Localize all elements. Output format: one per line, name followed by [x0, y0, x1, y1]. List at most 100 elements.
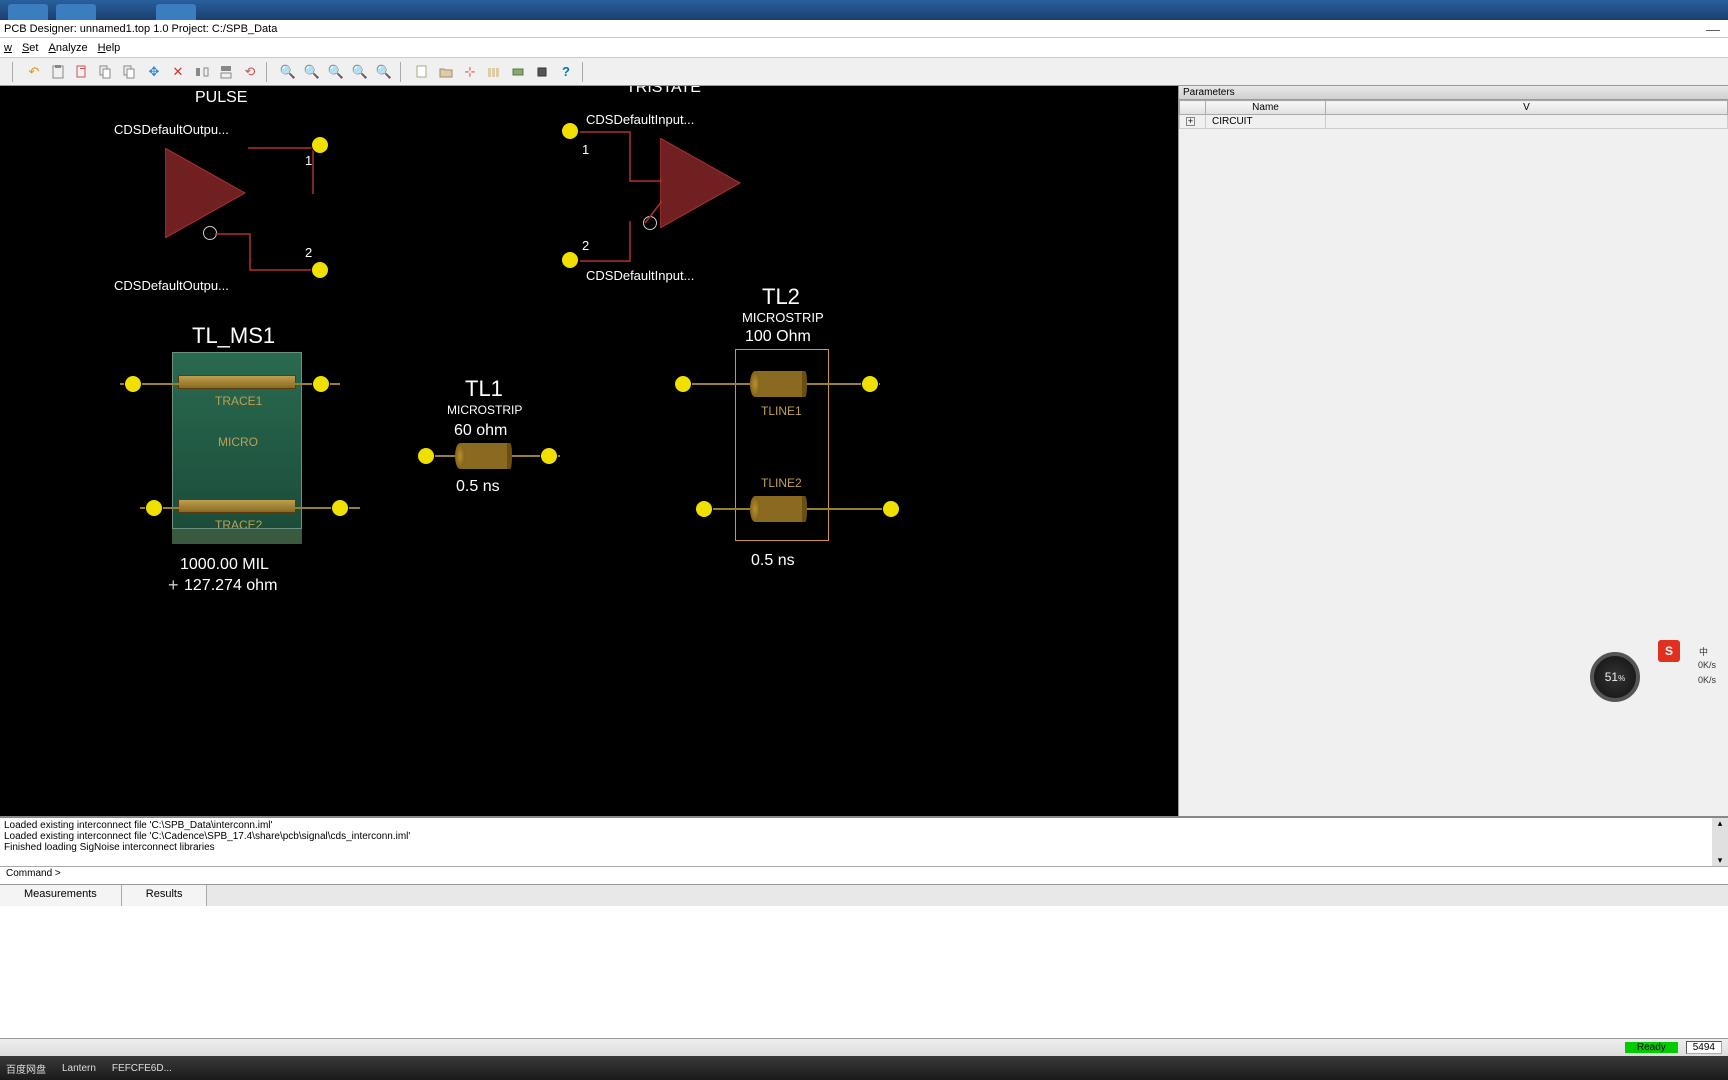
tl1-tline-icon[interactable]: [455, 443, 512, 469]
tristate-wires: [570, 126, 730, 266]
component-button[interactable]: [508, 62, 528, 82]
tl-ms1-length: 1000.00 MIL: [180, 556, 269, 574]
scroll-down-icon[interactable]: ▾: [1712, 855, 1728, 866]
ime-badge[interactable]: S: [1658, 640, 1680, 662]
tl-ms1-trace1-bar: [178, 375, 296, 389]
parameters-table[interactable]: Name V + CIRCUIT: [1179, 100, 1728, 129]
menu-set[interactable]: Set: [22, 42, 39, 54]
paste-button[interactable]: [48, 62, 68, 82]
tl-ms1-trace1: TRACE1: [215, 394, 262, 408]
undo-button[interactable]: ↶: [24, 62, 44, 82]
tl2-tline2-icon[interactable]: [750, 496, 807, 522]
menu-help[interactable]: Help: [98, 42, 121, 54]
zoom-fit-button[interactable]: 🔍: [278, 62, 298, 82]
net-rate: 0K/s: [1698, 675, 1716, 685]
tl1-type: MICROSTRIP: [447, 403, 522, 417]
taskbar-item[interactable]: Lantern: [62, 1063, 96, 1074]
rotate-button[interactable]: ⟲: [240, 62, 260, 82]
status-coord: 5494: [1686, 1041, 1722, 1054]
status-ready: Ready: [1625, 1042, 1678, 1053]
command-input[interactable]: Command >: [0, 866, 1728, 884]
tl2-impedance: 100 Ohm: [745, 328, 811, 346]
tl2-tline1-icon[interactable]: [750, 371, 807, 397]
bg-app-tab[interactable]: [156, 4, 196, 20]
mirror-v-button[interactable]: [216, 62, 236, 82]
delete-button[interactable]: ✕: [168, 62, 188, 82]
tl2-type: MICROSTRIP: [742, 310, 824, 325]
menu-view[interactable]: w: [4, 42, 12, 54]
taskbar-item[interactable]: FEFCFE6D...: [112, 1063, 172, 1074]
origin-crosshair: +: [168, 575, 179, 596]
tl1-delay: 0.5 ns: [456, 478, 500, 496]
tl2-pin-tl[interactable]: [674, 375, 692, 393]
tl-ms1-pin-br[interactable]: [331, 499, 349, 517]
ime-lang[interactable]: 中: [1699, 645, 1708, 658]
bottom-tabs: Measurements Results: [0, 884, 1728, 906]
tl-ms1-subplate: [172, 528, 302, 544]
move-button[interactable]: ✥: [144, 62, 164, 82]
tl-ms1-pin-tl[interactable]: [124, 375, 142, 393]
tristate-bottom-label: CDSDefaultInput...: [586, 268, 694, 283]
help-button[interactable]: ?: [556, 62, 576, 82]
tl-ms1-pin-bl[interactable]: [145, 499, 163, 517]
tl2-tline2: TLINE2: [761, 476, 802, 490]
tristate-pin1-num: 1: [582, 142, 589, 157]
desktop-tabs: [0, 0, 1728, 20]
file-button[interactable]: [72, 62, 92, 82]
table-row[interactable]: + CIRCUIT: [1180, 115, 1728, 129]
scroll-up-icon[interactable]: ▴: [1712, 818, 1728, 829]
scrollbar[interactable]: ▴▾: [1712, 818, 1728, 866]
tl-ms1-wire: [120, 383, 340, 385]
bg-app-tab[interactable]: [56, 4, 96, 20]
tl1-pin-r[interactable]: [540, 447, 558, 465]
col-value[interactable]: V: [1326, 101, 1728, 115]
tl2-pin-bl[interactable]: [695, 500, 713, 518]
zoom-in-button[interactable]: 🔍: [302, 62, 322, 82]
clone-button[interactable]: [120, 62, 140, 82]
expand-icon[interactable]: +: [1186, 117, 1195, 126]
windows-taskbar[interactable]: 百度网盘 Lantern FEFCFE6D...: [0, 1056, 1728, 1080]
tl2-name: TL2: [762, 284, 800, 310]
chip-button[interactable]: [532, 62, 552, 82]
minimize-button[interactable]: —: [1706, 21, 1720, 37]
tristate-pin2[interactable]: [561, 251, 579, 269]
col-name[interactable]: Name: [1206, 101, 1326, 115]
taskbar-item[interactable]: 百度网盘: [6, 1061, 46, 1076]
tristate-pin1[interactable]: [561, 122, 579, 140]
zoom-prev-button[interactable]: 🔍: [350, 62, 370, 82]
open-button[interactable]: [436, 62, 456, 82]
tl2-tline1: TLINE1: [761, 404, 802, 418]
copy-button[interactable]: [96, 62, 116, 82]
tristate-top-label: CDSDefaultInput...: [586, 112, 694, 127]
tl1-pin-l[interactable]: [417, 447, 435, 465]
menu-analyze[interactable]: Analyze: [48, 42, 87, 54]
pulse-pin2-num: 2: [305, 245, 312, 260]
pulse-title: PULSE: [195, 89, 247, 107]
tl-ms1-trace2-bar: [178, 499, 296, 513]
pulse-wires: [165, 144, 325, 274]
tl-ms1-name: TL_MS1: [192, 323, 275, 349]
tl2-pin-tr[interactable]: [861, 375, 879, 393]
pulse-pin2[interactable]: [311, 261, 329, 279]
menu-bar: w Set Analyze Help: [0, 38, 1728, 58]
tl1-impedance: 60 ohm: [454, 422, 507, 440]
net-rate: 0K/s: [1698, 660, 1716, 670]
title-bar: PCB Designer: unnamed1.top 1.0 Project: …: [0, 20, 1728, 38]
tl-ms1-wire: [140, 507, 360, 509]
zoom-out-button[interactable]: 🔍: [326, 62, 346, 82]
pulse-pin1[interactable]: [311, 136, 329, 154]
new-button[interactable]: [412, 62, 432, 82]
tool-1-button[interactable]: ⊹: [460, 62, 480, 82]
schematic-canvas[interactable]: PULSE CDSDefaultOutpu... 1 2 CDSDefaultO…: [0, 86, 1178, 816]
performance-gauge[interactable]: 51%: [1590, 652, 1640, 702]
tl-ms1-pin-tr[interactable]: [312, 375, 330, 393]
zoom-select-button[interactable]: 🔍: [374, 62, 394, 82]
library-button[interactable]: [484, 62, 504, 82]
tab-measurements[interactable]: Measurements: [0, 885, 122, 906]
pulse-pin1-num: 1: [305, 153, 312, 168]
bg-app-tab[interactable]: [8, 4, 48, 20]
tab-results[interactable]: Results: [122, 885, 208, 906]
tl2-pin-br[interactable]: [882, 500, 900, 518]
log-line: Loaded existing interconnect file 'C:\Ca…: [4, 831, 1724, 842]
mirror-h-button[interactable]: [192, 62, 212, 82]
